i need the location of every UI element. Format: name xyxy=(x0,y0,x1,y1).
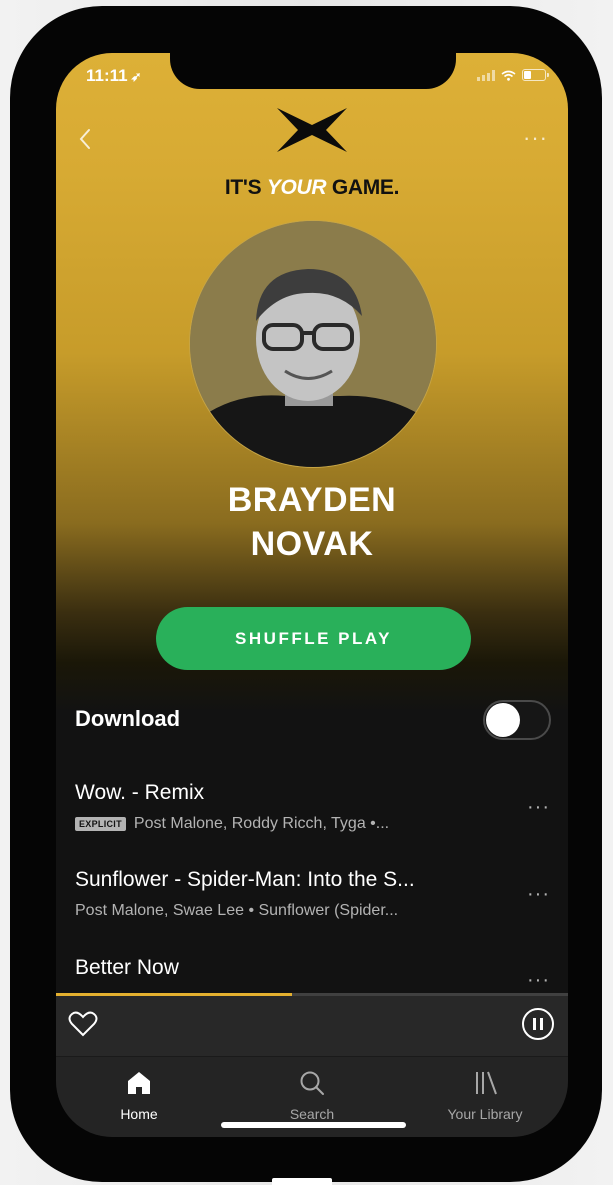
download-toggle[interactable] xyxy=(483,700,551,740)
track-title: Sunflower - Spider-Man: Into the S... xyxy=(75,868,415,891)
tagline-prefix: IT'S xyxy=(224,176,267,199)
home-icon xyxy=(125,1072,153,1101)
tab-home[interactable]: Home xyxy=(79,1069,199,1122)
phone-frame: 11:11 ➶ ··· IT'S YOUR GAME. BRAYDEN NOVA… xyxy=(10,6,602,1182)
library-icon xyxy=(471,1071,499,1101)
tab-search-label: Search xyxy=(289,1106,335,1122)
explicit-badge: EXPLICIT xyxy=(75,817,126,831)
track-artists: Post Malone, Roddy Ricch, Tyga •... xyxy=(133,815,390,832)
location-arrow-icon: ➶ xyxy=(130,69,142,84)
tagline: IT'S YOUR GAME. xyxy=(56,176,568,200)
signal-icon xyxy=(477,69,495,81)
heart-icon[interactable] xyxy=(68,1010,98,1043)
track-artists: Post Malone, Swae Lee • Sunflower (Spide… xyxy=(75,902,399,919)
home-indicator xyxy=(221,1122,406,1128)
wifi-icon xyxy=(501,70,516,81)
x-brand-logo xyxy=(274,105,350,160)
status-indicators xyxy=(477,69,549,81)
shuffle-play-button[interactable]: SHUFFLE PLAY xyxy=(156,607,471,670)
track-row[interactable]: Better Now xyxy=(75,956,525,980)
search-icon xyxy=(298,1071,326,1101)
track-more-icon[interactable]: ··· xyxy=(527,883,550,906)
now-playing-bar[interactable] xyxy=(56,993,568,1056)
status-time-text: 11:11 xyxy=(86,66,128,85)
track-title: Wow. - Remix xyxy=(75,781,205,804)
artist-avatar xyxy=(189,220,437,468)
track-more-icon[interactable]: ··· xyxy=(527,969,550,992)
track-row[interactable]: Wow. - Remix EXPLICIT Post Malone, Roddy… xyxy=(75,781,525,833)
artist-name: BRAYDEN NOVAK xyxy=(56,478,568,566)
track-more-icon[interactable]: ··· xyxy=(527,796,550,819)
tagline-suffix: GAME. xyxy=(326,176,400,199)
toggle-knob xyxy=(486,703,520,737)
more-options-icon[interactable]: ··· xyxy=(523,125,548,151)
playback-progress-fill xyxy=(56,993,292,996)
track-row[interactable]: Sunflower - Spider-Man: Into the S... Po… xyxy=(75,868,525,920)
app-screen: 11:11 ➶ ··· IT'S YOUR GAME. BRAYDEN NOVA… xyxy=(56,53,568,1137)
artist-name-line1: BRAYDEN xyxy=(227,481,397,519)
track-subtitle: Post Malone, Swae Lee • Sunflower (Spide… xyxy=(75,902,525,920)
track-subtitle: EXPLICIT Post Malone, Roddy Ricch, Tyga … xyxy=(75,815,525,833)
tab-your-library[interactable]: Your Library xyxy=(425,1069,545,1122)
status-time: 11:11 ➶ xyxy=(86,66,142,86)
track-title: Better Now xyxy=(75,956,179,979)
back-chevron-icon[interactable] xyxy=(72,125,100,153)
stand-mark xyxy=(272,1178,332,1185)
battery-icon xyxy=(522,69,549,81)
pause-button[interactable] xyxy=(521,1007,555,1046)
tab-your-library-label: Your Library xyxy=(447,1106,523,1122)
tagline-highlight: YOUR xyxy=(266,176,327,199)
device-notch xyxy=(170,53,456,89)
tab-search[interactable]: Search xyxy=(252,1069,372,1122)
tab-home-label: Home xyxy=(120,1106,158,1122)
download-label: Download xyxy=(75,706,181,731)
artist-name-line2: NOVAK xyxy=(250,525,374,563)
